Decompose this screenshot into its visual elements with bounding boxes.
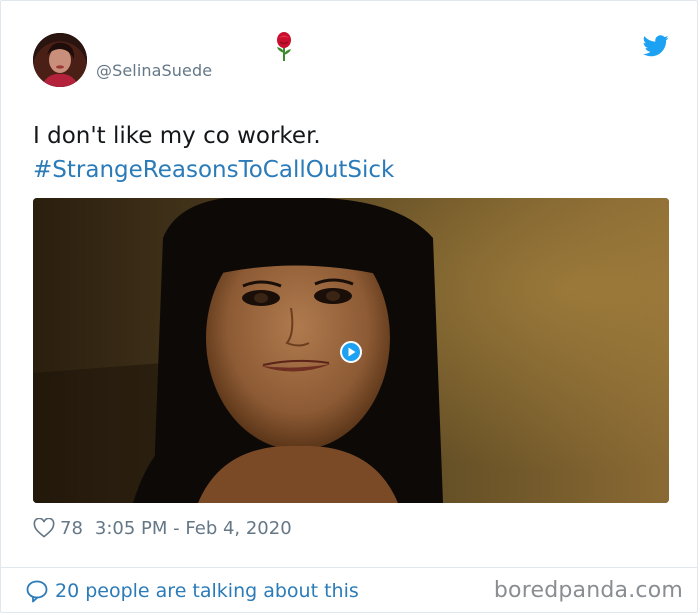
conversation-link[interactable]: 20 people are talking about this xyxy=(25,578,359,604)
watermark: boredpanda.com xyxy=(493,578,683,603)
speech-bubble-icon xyxy=(25,579,49,603)
tweet-meta: 78 3:05 PM - Feb 4, 2020 xyxy=(33,516,292,540)
like-count[interactable]: 78 xyxy=(60,518,83,539)
tweet-card: @SelinaSuede I don't like my co worker. … xyxy=(0,0,698,613)
rose-icon xyxy=(272,31,296,63)
user-handle[interactable]: @SelinaSuede xyxy=(96,61,212,80)
tweet-timestamp[interactable]: 3:05 PM - Feb 4, 2020 xyxy=(95,518,292,539)
avatar[interactable] xyxy=(33,33,87,87)
media-gif[interactable] xyxy=(33,198,669,503)
tweet-text: I don't like my co worker. #StrangeReaso… xyxy=(33,119,394,187)
divider xyxy=(1,567,697,568)
tweet-body: I don't like my co worker. xyxy=(33,123,321,149)
twitter-bird-icon[interactable] xyxy=(643,35,669,57)
heart-outline-icon[interactable] xyxy=(33,517,55,538)
hashtag-link[interactable]: #StrangeReasonsToCallOutSick xyxy=(33,153,394,187)
conversation-label: 20 people are talking about this xyxy=(55,580,359,602)
play-icon[interactable] xyxy=(340,341,362,363)
